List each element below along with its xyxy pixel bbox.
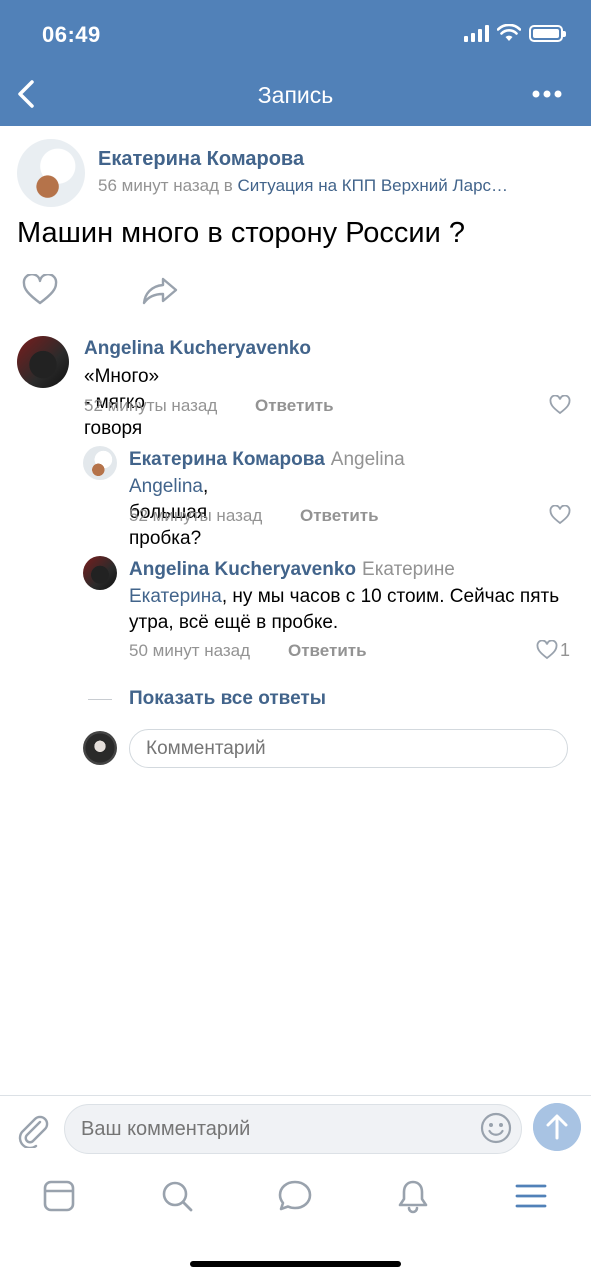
comment-text: Екатерина, ну мы часов с 10 стоим. Сейча… (129, 584, 569, 636)
page-title: Запись (257, 82, 334, 108)
status-icons (464, 24, 566, 42)
battery-icon (529, 24, 566, 42)
comment-author-name[interactable]: Екатерина Комарова (129, 449, 325, 470)
inline-comment-input[interactable] (129, 729, 568, 768)
reply-to: Екатерине (362, 559, 455, 580)
comment-author-name[interactable]: Angelina Kucheryavenko (129, 559, 356, 580)
post-author-name[interactable]: Екатерина Комарова (98, 148, 304, 171)
mention-link[interactable]: Angelina (129, 476, 203, 497)
comment-avatar[interactable] (83, 446, 117, 480)
like-count: 1 (560, 640, 571, 660)
heart-icon[interactable] (549, 505, 571, 525)
mention-link[interactable]: Екатерина (129, 586, 222, 607)
comment-avatar[interactable] (83, 556, 117, 590)
heart-icon[interactable] (22, 274, 58, 306)
comment-author[interactable]: Екатерина Комарова Angelina (129, 449, 405, 471)
status-time: 06:49 (42, 22, 101, 47)
post-text: Машин много в сторону России ? (17, 217, 466, 249)
send-icon[interactable] (533, 1103, 581, 1151)
attach-icon[interactable] (14, 1108, 50, 1148)
reply-button[interactable]: Ответить (288, 641, 367, 661)
reply-to: Angelina (330, 449, 405, 470)
comment-time: 52 минуты назад (84, 396, 218, 415)
post-meta: 56 минут назад в Ситуация на КПП Верхний… (98, 176, 568, 196)
wifi-icon (497, 24, 521, 41)
post-time: 56 минут назад в (98, 176, 233, 195)
menu-icon[interactable] (513, 1178, 549, 1214)
comment-author[interactable]: Angelina Kucheryavenko (84, 338, 311, 360)
post-author-avatar[interactable] (17, 139, 85, 207)
heart-icon[interactable] (536, 640, 558, 660)
news-icon[interactable] (41, 1178, 77, 1214)
comment-author[interactable]: Angelina Kucheryavenko Екатерине (129, 559, 455, 581)
comment-time: 52 минуты назад (129, 506, 263, 525)
signal-icon (464, 24, 489, 42)
search-icon[interactable] (159, 1178, 195, 1214)
thread-line (88, 699, 112, 700)
reply-button[interactable]: Ответить (255, 396, 334, 416)
notifications-icon[interactable] (395, 1178, 431, 1214)
messages-icon[interactable] (277, 1178, 313, 1214)
show-all-replies-link[interactable]: Показать все ответы (129, 688, 326, 710)
home-indicator (190, 1261, 401, 1267)
comment-input[interactable] (64, 1104, 522, 1154)
share-icon[interactable] (140, 274, 180, 306)
current-user-avatar (83, 731, 117, 765)
heart-icon[interactable] (549, 395, 571, 415)
post-group-link[interactable]: Ситуация на КПП Верхний Ларс… (238, 176, 509, 195)
reply-button[interactable]: Ответить (300, 506, 379, 526)
emoji-icon[interactable] (480, 1112, 512, 1144)
app-header: 06:49 Запись (0, 0, 591, 126)
comment-avatar[interactable] (17, 336, 69, 388)
more-icon[interactable] (531, 84, 563, 104)
comment-time: 50 минут назад (129, 641, 251, 660)
